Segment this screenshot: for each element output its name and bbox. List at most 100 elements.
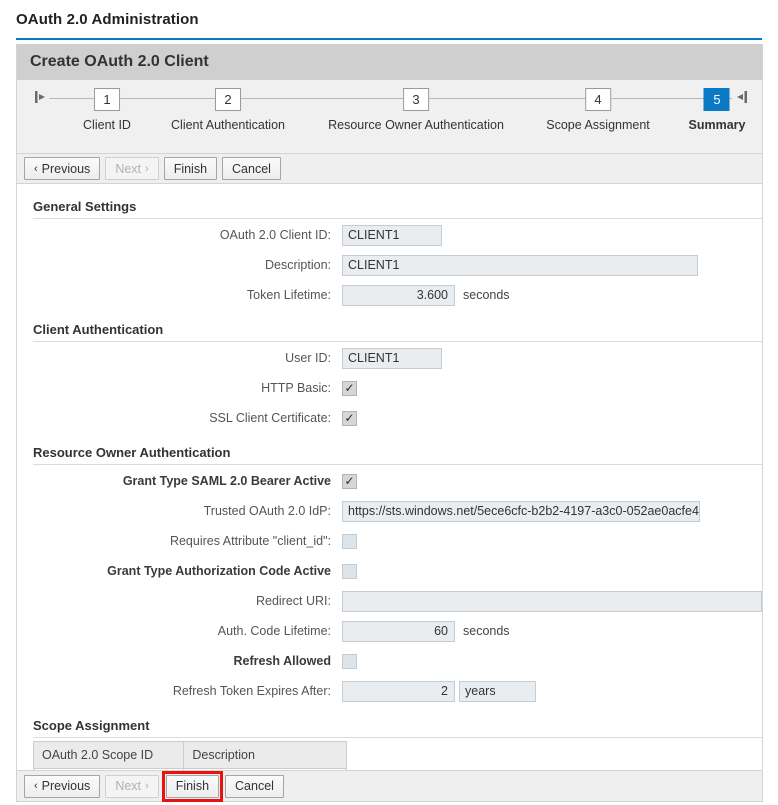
field-row-description: Description: CLIENT1: [17, 251, 762, 279]
trusted-idp-label: Trusted OAuth 2.0 IdP:: [17, 504, 342, 518]
redirect-uri-label: Redirect URI:: [17, 594, 342, 608]
cancel-button-bottom[interactable]: Cancel: [225, 775, 284, 798]
cancel-button-label: Cancel: [232, 162, 271, 176]
section-divider: [33, 464, 762, 465]
finish-button-label: Finish: [176, 779, 209, 793]
section-heading-client-authentication: Client Authentication: [17, 322, 762, 341]
http-basic-checkbox: ✓: [342, 381, 357, 396]
trusted-idp-value: https://sts.windows.net/5ece6cfc-b2b2-41…: [342, 501, 700, 522]
chevron-right-icon: ›: [145, 163, 149, 175]
token-lifetime-value: 3.600: [342, 285, 455, 306]
panel-title-bar: Create OAuth 2.0 Client: [17, 44, 762, 80]
authorization-code-active-checkbox: [342, 564, 357, 579]
roadmap-step-summary[interactable]: 5 Summary: [689, 88, 746, 132]
field-row-http-basic: HTTP Basic: ✓: [17, 374, 762, 402]
http-basic-label: HTTP Basic:: [17, 381, 342, 395]
token-lifetime-unit: seconds: [463, 288, 510, 302]
roadmap-step-number: 3: [403, 88, 429, 111]
field-row-auth-code-lifetime: Auth. Code Lifetime: 60 seconds: [17, 617, 762, 645]
roadmap-step-client-id[interactable]: 1 Client ID: [83, 88, 131, 132]
field-row-saml-bearer-active: Grant Type SAML 2.0 Bearer Active ✓: [17, 467, 762, 495]
wizard-toolbar-top: ‹ Previous Next › Finish Cancel: [17, 154, 762, 184]
field-row-requires-attribute-client-id: Requires Attribute "client_id":: [17, 527, 762, 555]
auth-code-lifetime-label: Auth. Code Lifetime:: [17, 624, 342, 638]
chevron-left-icon: ‹: [34, 163, 38, 175]
roadmap-step-client-authentication[interactable]: 2 Client Authentication: [171, 88, 285, 132]
ssl-client-certificate-label: SSL Client Certificate:: [17, 411, 342, 425]
client-id-label: OAuth 2.0 Client ID:: [17, 228, 342, 242]
saml-bearer-active-checkbox: ✓: [342, 474, 357, 489]
section-heading-general-settings: General Settings: [17, 199, 762, 218]
roadmap-step-number: 2: [215, 88, 241, 111]
auth-code-lifetime-value: 60: [342, 621, 455, 642]
field-row-refresh-allowed: Refresh Allowed: [17, 647, 762, 675]
finish-button-bottom[interactable]: Finish: [166, 775, 219, 798]
roadmap-step-resource-owner-authentication[interactable]: 3 Resource Owner Authentication: [328, 88, 504, 132]
summary-form: General Settings OAuth 2.0 Client ID: CL…: [17, 186, 762, 770]
wizard-toolbar-bottom: ‹ Previous Next › Finish Cancel: [17, 770, 762, 801]
auth-code-lifetime-unit: seconds: [463, 624, 510, 638]
client-id-value: CLIENT1: [342, 225, 442, 246]
refresh-allowed-checkbox: [342, 654, 357, 669]
title-divider: [16, 38, 762, 40]
app-header: OAuth 2.0 Administration: [0, 0, 778, 38]
field-row-ssl-client-certificate: SSL Client Certificate: ✓: [17, 404, 762, 432]
saml-bearer-active-label: Grant Type SAML 2.0 Bearer Active: [17, 474, 342, 488]
roadmap-step-label: Client ID: [83, 118, 131, 132]
create-client-panel: Create OAuth 2.0 Client 1 Clien: [16, 44, 763, 802]
refresh-token-expires-value: 2: [342, 681, 455, 702]
previous-button-label: Previous: [42, 779, 91, 793]
section-divider: [33, 218, 762, 219]
requires-attribute-client-id-label: Requires Attribute "client_id":: [17, 534, 342, 548]
authorization-code-active-label: Grant Type Authorization Code Active: [17, 564, 342, 578]
description-value: CLIENT1: [342, 255, 698, 276]
roadmap-steps: 1 Client ID 2 Client Authentication 3 Re…: [17, 80, 762, 154]
field-row-user-id: User ID: CLIENT1: [17, 344, 762, 372]
chevron-left-icon: ‹: [34, 780, 38, 792]
section-heading-scope-assignment: Scope Assignment: [17, 718, 762, 737]
field-row-client-id: OAuth 2.0 Client ID: CLIENT1: [17, 221, 762, 249]
cancel-button-label: Cancel: [235, 779, 274, 793]
refresh-allowed-label: Refresh Allowed: [17, 654, 342, 668]
roadmap-step-label: Client Authentication: [171, 118, 285, 132]
roadmap-step-label: Scope Assignment: [546, 118, 650, 132]
wizard-roadmap: 1 Client ID 2 Client Authentication 3 Re…: [17, 80, 762, 154]
roadmap-step-label: Summary: [689, 118, 746, 132]
roadmap-step-number: 4: [585, 88, 611, 111]
description-label: Description:: [17, 258, 342, 272]
refresh-token-expires-label: Refresh Token Expires After:: [17, 684, 342, 698]
finish-button[interactable]: Finish: [164, 157, 217, 180]
previous-button[interactable]: ‹ Previous: [24, 157, 100, 180]
field-row-trusted-idp: Trusted OAuth 2.0 IdP: https://sts.windo…: [17, 497, 762, 525]
requires-attribute-client-id-checkbox: [342, 534, 357, 549]
column-header-scope-id: OAuth 2.0 Scope ID: [34, 742, 184, 769]
token-lifetime-label: Token Lifetime:: [17, 288, 342, 302]
page-title: OAuth 2.0 Administration: [16, 11, 199, 28]
table-header-row: OAuth 2.0 Scope ID Description: [34, 742, 347, 769]
user-id-label: User ID:: [17, 351, 342, 365]
user-id-value: CLIENT1: [342, 348, 442, 369]
previous-button-bottom[interactable]: ‹ Previous: [24, 775, 100, 798]
chevron-right-icon: ›: [145, 780, 149, 792]
previous-button-label: Previous: [42, 162, 91, 176]
finish-button-label: Finish: [174, 162, 207, 176]
next-button-label: Next: [115, 162, 141, 176]
redirect-uri-value: [342, 591, 762, 612]
panel-title: Create OAuth 2.0 Client: [30, 53, 209, 71]
roadmap-step-label: Resource Owner Authentication: [328, 118, 504, 132]
field-row-refresh-token-expires-after: Refresh Token Expires After: 2 years: [17, 677, 762, 705]
roadmap-step-scope-assignment[interactable]: 4 Scope Assignment: [546, 88, 650, 132]
refresh-token-expires-unit: years: [459, 681, 536, 702]
oauth-admin-page: OAuth 2.0 Administration Create OAuth 2.…: [0, 0, 778, 805]
section-divider: [33, 341, 762, 342]
roadmap-step-number: 1: [94, 88, 120, 111]
field-row-redirect-uri: Redirect URI:: [17, 587, 762, 615]
cancel-button[interactable]: Cancel: [222, 157, 281, 180]
next-button-bottom: Next ›: [105, 775, 158, 798]
section-heading-resource-owner-authentication: Resource Owner Authentication: [17, 445, 762, 464]
roadmap-step-number: 5: [704, 88, 730, 111]
column-header-description: Description: [184, 742, 347, 769]
next-button-label: Next: [115, 779, 141, 793]
ssl-client-certificate-checkbox: ✓: [342, 411, 357, 426]
field-row-token-lifetime: Token Lifetime: 3.600 seconds: [17, 281, 762, 309]
